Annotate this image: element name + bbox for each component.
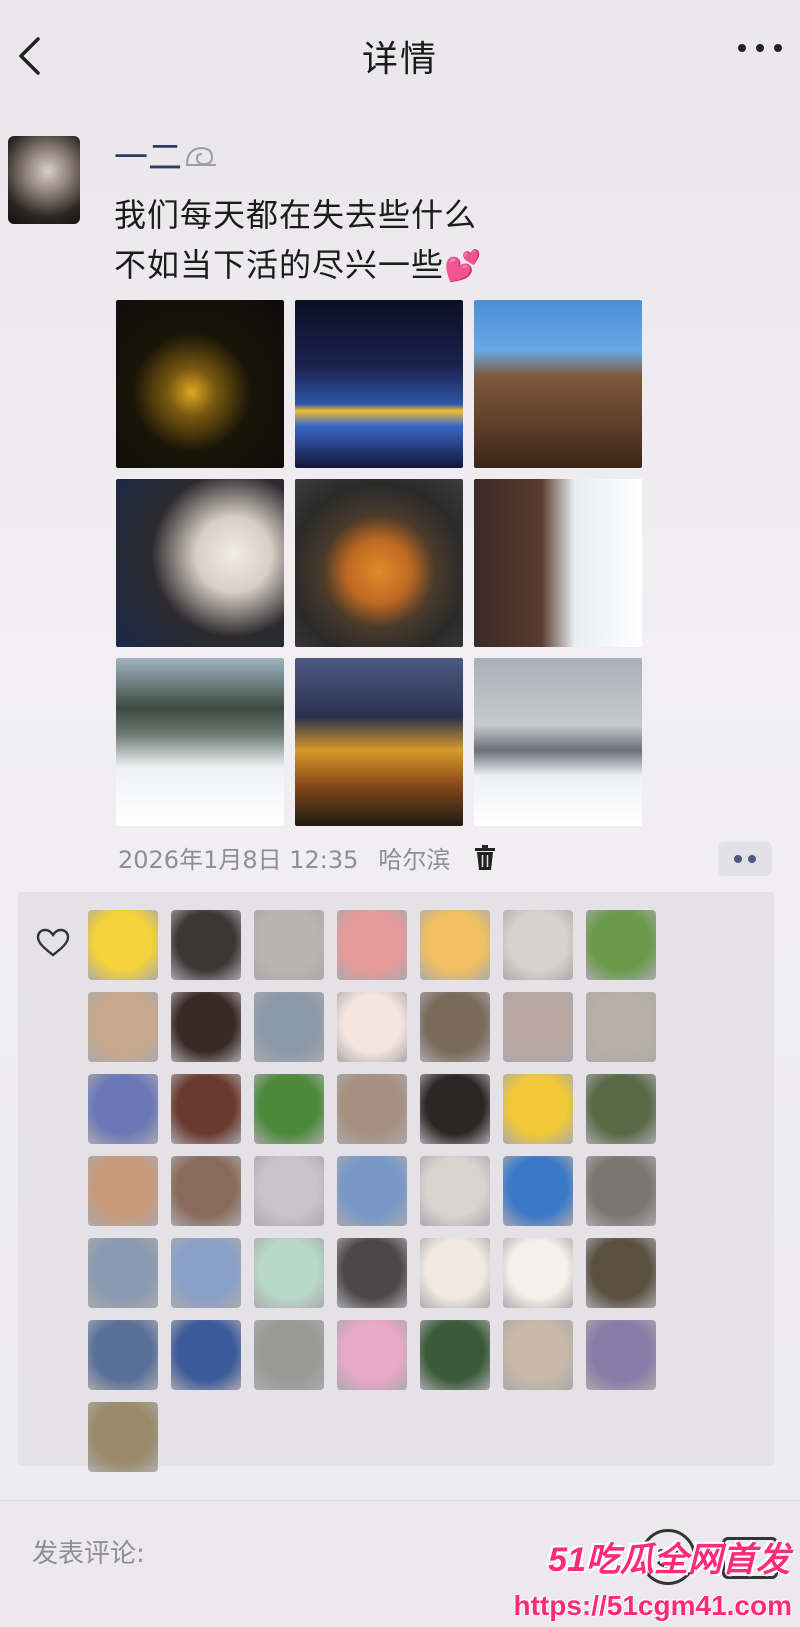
liker-avatar[interactable] xyxy=(337,1238,407,1308)
two-hearts-emoji: 💕 xyxy=(444,249,483,284)
liker-avatar[interactable] xyxy=(503,1074,573,1144)
liker-avatar[interactable] xyxy=(586,992,656,1062)
liker-avatar[interactable] xyxy=(420,1074,490,1144)
post-location[interactable]: 哈尔滨 xyxy=(378,840,450,875)
liker-avatar[interactable] xyxy=(586,1320,656,1390)
smiley-icon xyxy=(656,1549,680,1568)
snail-badge-icon xyxy=(186,146,216,166)
post-meta: 2026年1月8日 12:35 哈尔滨 xyxy=(118,840,496,875)
liker-avatar[interactable] xyxy=(171,1238,241,1308)
liker-avatar[interactable] xyxy=(88,992,158,1062)
author-name[interactable]: 一二 xyxy=(114,130,182,179)
liker-avatar[interactable] xyxy=(337,910,407,980)
liker-avatar[interactable] xyxy=(420,992,490,1062)
liker-avatar[interactable] xyxy=(88,910,158,980)
liker-avatar[interactable] xyxy=(586,1156,656,1226)
post-date: 2026年1月8日 12:35 xyxy=(118,846,359,874)
keyboard-icon[interactable] xyxy=(722,1537,778,1579)
liker-avatar[interactable] xyxy=(254,1238,324,1308)
liker-avatar[interactable] xyxy=(171,1320,241,1390)
liker-avatar[interactable] xyxy=(503,1238,573,1308)
comment-input[interactable]: 发表评论: xyxy=(32,1533,145,1570)
liker-avatar[interactable] xyxy=(337,992,407,1062)
post-text-line-2-body: 不如当下活的尽兴一些 xyxy=(114,246,445,284)
liker-avatar[interactable] xyxy=(171,910,241,980)
liker-avatar[interactable] xyxy=(586,910,656,980)
liker-avatar[interactable] xyxy=(337,1074,407,1144)
emoji-button[interactable] xyxy=(640,1529,696,1585)
trash-icon[interactable] xyxy=(474,844,496,871)
liker-avatar[interactable] xyxy=(420,1156,490,1226)
photo-8[interactable] xyxy=(295,658,463,826)
liker-avatar[interactable] xyxy=(254,992,324,1062)
liker-avatar[interactable] xyxy=(254,1074,324,1144)
liker-avatar[interactable] xyxy=(254,1156,324,1226)
liker-avatar[interactable] xyxy=(88,1402,158,1472)
photo-5[interactable] xyxy=(295,479,463,647)
comment-bar: 发表评论: xyxy=(0,1500,800,1627)
liker-avatar[interactable] xyxy=(171,1074,241,1144)
like-comment-menu-button[interactable] xyxy=(718,842,772,876)
liker-avatar[interactable] xyxy=(171,992,241,1062)
liker-avatar[interactable] xyxy=(420,1320,490,1390)
liker-avatar-grid xyxy=(88,910,656,1472)
liker-avatar[interactable] xyxy=(503,992,573,1062)
page-title: 详情 xyxy=(361,39,438,80)
liker-avatar[interactable] xyxy=(503,1156,573,1226)
liker-avatar[interactable] xyxy=(88,1320,158,1390)
photo-2[interactable] xyxy=(295,300,463,468)
photo-9[interactable] xyxy=(474,658,642,826)
liker-avatar[interactable] xyxy=(503,910,573,980)
more-options-icon[interactable] xyxy=(738,42,782,54)
top-bar: 详情 xyxy=(0,0,800,100)
liker-avatar[interactable] xyxy=(420,1238,490,1308)
heart-outline-icon xyxy=(36,928,70,957)
liker-avatar[interactable] xyxy=(88,1238,158,1308)
liker-avatar[interactable] xyxy=(254,910,324,980)
photo-6[interactable] xyxy=(474,479,642,647)
post-text-line-1: 我们每天都在失去些什么 xyxy=(114,196,478,234)
photo-3[interactable] xyxy=(474,300,642,468)
photo-1[interactable] xyxy=(116,300,284,468)
liker-avatar[interactable] xyxy=(337,1320,407,1390)
photo-7[interactable] xyxy=(116,658,284,826)
photo-grid xyxy=(116,300,642,826)
post-text: 我们每天都在失去些什么 不如当下活的尽兴一些💕 xyxy=(114,190,482,292)
liker-avatar[interactable] xyxy=(337,1156,407,1226)
liker-avatar[interactable] xyxy=(254,1320,324,1390)
photo-4[interactable] xyxy=(116,479,284,647)
liker-avatar[interactable] xyxy=(88,1156,158,1226)
author-avatar[interactable] xyxy=(8,136,80,224)
liker-avatar[interactable] xyxy=(171,1156,241,1226)
liker-avatar[interactable] xyxy=(586,1074,656,1144)
liker-avatar[interactable] xyxy=(586,1238,656,1308)
liker-avatar[interactable] xyxy=(503,1320,573,1390)
liker-avatar[interactable] xyxy=(420,910,490,980)
post-text-line-2: 不如当下活的尽兴一些💕 xyxy=(114,240,482,292)
liker-avatar[interactable] xyxy=(88,1074,158,1144)
likes-panel xyxy=(18,892,774,1472)
